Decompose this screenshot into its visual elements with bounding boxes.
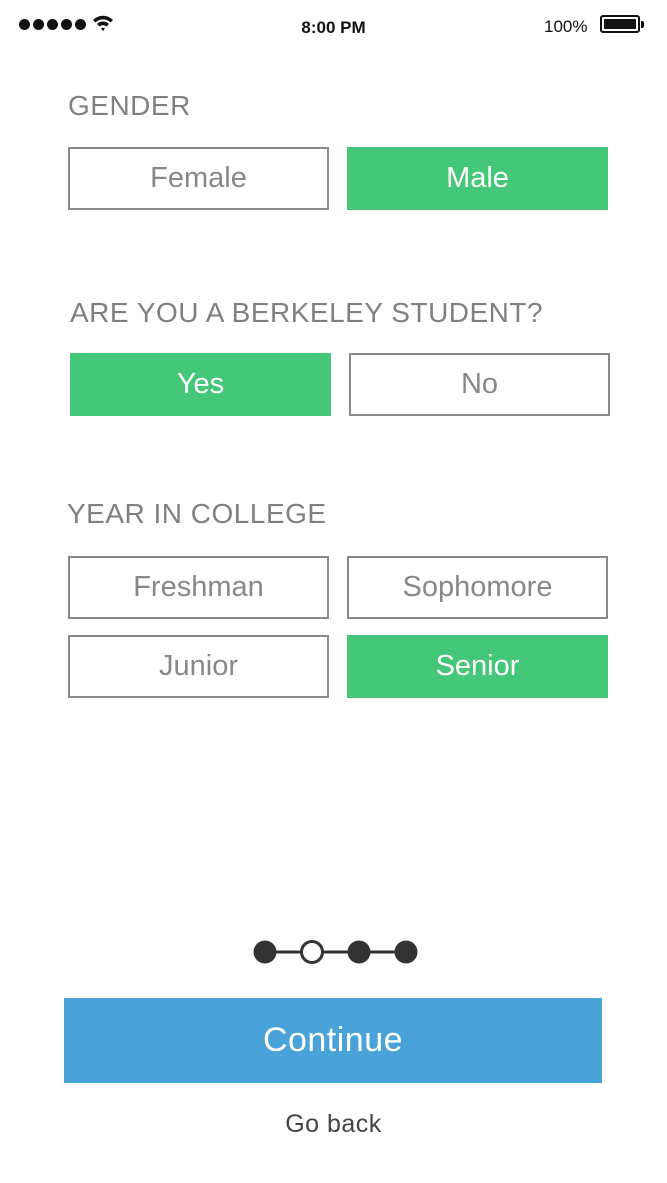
battery-icon — [600, 15, 644, 33]
year-option-senior[interactable]: Senior — [347, 635, 608, 698]
battery-percent: 100% — [544, 17, 588, 36]
berkeley-heading: ARE YOU A BERKELEY STUDENT? — [70, 297, 544, 328]
status-bar: 8:00 PM 100% — [0, 0, 667, 56]
year-option-freshman[interactable]: Freshman — [68, 556, 329, 619]
progress-dot-current — [300, 940, 324, 964]
progress-indicator — [253, 940, 418, 964]
progress-dot — [394, 940, 418, 964]
year-heading: YEAR IN COLLEGE — [67, 498, 327, 529]
gender-option-male[interactable]: Male — [347, 147, 608, 210]
berkeley-option-no[interactable]: No — [349, 353, 610, 416]
progress-dot — [347, 940, 371, 964]
gender-option-female[interactable]: Female — [68, 147, 329, 210]
go-back-link[interactable]: Go back — [0, 1110, 667, 1139]
continue-button[interactable]: Continue — [64, 998, 602, 1083]
year-option-sophomore[interactable]: Sophomore — [347, 556, 608, 619]
progress-dot — [253, 940, 277, 964]
berkeley-option-yes[interactable]: Yes — [70, 353, 331, 416]
year-option-junior[interactable]: Junior — [68, 635, 329, 698]
gender-heading: GENDER — [68, 90, 191, 121]
